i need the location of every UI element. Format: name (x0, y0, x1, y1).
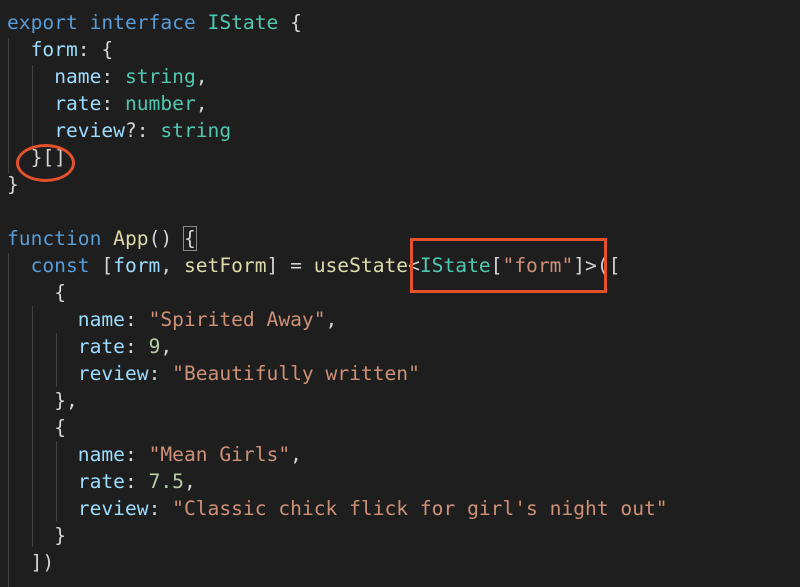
punctuation: : (124, 335, 149, 358)
punctuation: : (101, 92, 125, 115)
keyword-const: const (30, 254, 90, 277)
punctuation: , (195, 92, 208, 115)
code-line: rate: 7.5, (7, 469, 196, 496)
variable-form: form (113, 254, 161, 277)
property-review: review (77, 362, 149, 385)
property-name: name (54, 65, 102, 88)
parens: () (148, 227, 173, 250)
punctuation: : (148, 497, 173, 520)
code-line: }, (7, 388, 78, 415)
variable-setform: setForm (183, 254, 267, 277)
keyword-function: function (7, 227, 102, 250)
punctuation: , (325, 308, 338, 331)
property-review: review (77, 497, 149, 520)
punctuation: , (160, 335, 173, 358)
code-line: export interface IState { (7, 10, 302, 37)
object-close: }, (54, 389, 78, 412)
number-value: 9 (148, 335, 161, 358)
code-line: review: "Classic chick flick for girl's … (7, 496, 668, 523)
type-string: string (124, 65, 196, 88)
interface-name: IState (207, 11, 279, 34)
type-number: number (124, 92, 196, 115)
property-name: name (77, 443, 125, 466)
punctuation: , (290, 443, 302, 466)
punctuation: : (124, 308, 149, 331)
annotation-circle (16, 144, 75, 182)
object-close: } (54, 524, 66, 547)
code-line: name: "Spirited Away", (7, 307, 338, 334)
code-line: name: "Mean Girls", (7, 442, 302, 469)
code-line: function App() { (7, 226, 197, 253)
property-rate: rate (77, 335, 125, 358)
punctuation: : (124, 470, 149, 493)
string-value: "Spirited Away" (148, 308, 326, 331)
code-line: review: "Beautifully written" (7, 361, 420, 388)
code-line: form: { (7, 37, 114, 64)
punctuation: : { (77, 38, 114, 61)
punctuation: ] = (266, 254, 314, 277)
code-line: name: string, (7, 64, 208, 91)
punctuation: , (195, 65, 208, 88)
open-brace: { (278, 11, 302, 34)
property-review: review (54, 119, 125, 142)
string-value: "Mean Girls" (148, 443, 291, 466)
code-line: review?: string (7, 118, 231, 145)
string-value: "Beautifully written" (172, 362, 420, 385)
keyword-export: export (7, 11, 78, 34)
number-value: 7.5 (148, 470, 184, 493)
punctuation: , (183, 470, 196, 493)
annotation-box (410, 238, 607, 293)
punctuation: : (101, 65, 125, 88)
matched-brace: { (182, 226, 197, 251)
function-name: App (113, 227, 149, 250)
punctuation: ?: (124, 119, 161, 142)
close-brace: } (7, 173, 19, 196)
string-value: "Classic chick flick for girl's night ou… (172, 497, 668, 520)
punctuation: : (124, 443, 149, 466)
property-form: form (30, 38, 78, 61)
property-rate: rate (54, 92, 102, 115)
code-line: } (7, 172, 19, 199)
property-rate: rate (77, 470, 125, 493)
code-line: { (7, 280, 66, 307)
code-editor[interactable]: export interface IState { form: { name: … (0, 0, 800, 587)
property-name: name (77, 308, 125, 331)
object-open: { (54, 281, 66, 304)
code-line: rate: 9, (7, 334, 172, 361)
code-line: } (7, 523, 66, 550)
hook-usestate: useState (313, 254, 409, 277)
type-string: string (160, 119, 232, 142)
code-line: ]) (7, 550, 55, 577)
punctuation: , (160, 254, 184, 277)
code-line: rate: number, (7, 91, 208, 118)
keyword-interface: interface (89, 11, 196, 34)
object-open: { (54, 416, 66, 439)
call-close: ]) (30, 551, 55, 574)
punctuation: : (148, 362, 173, 385)
punctuation: [ (101, 254, 114, 277)
code-line: { (7, 415, 66, 442)
